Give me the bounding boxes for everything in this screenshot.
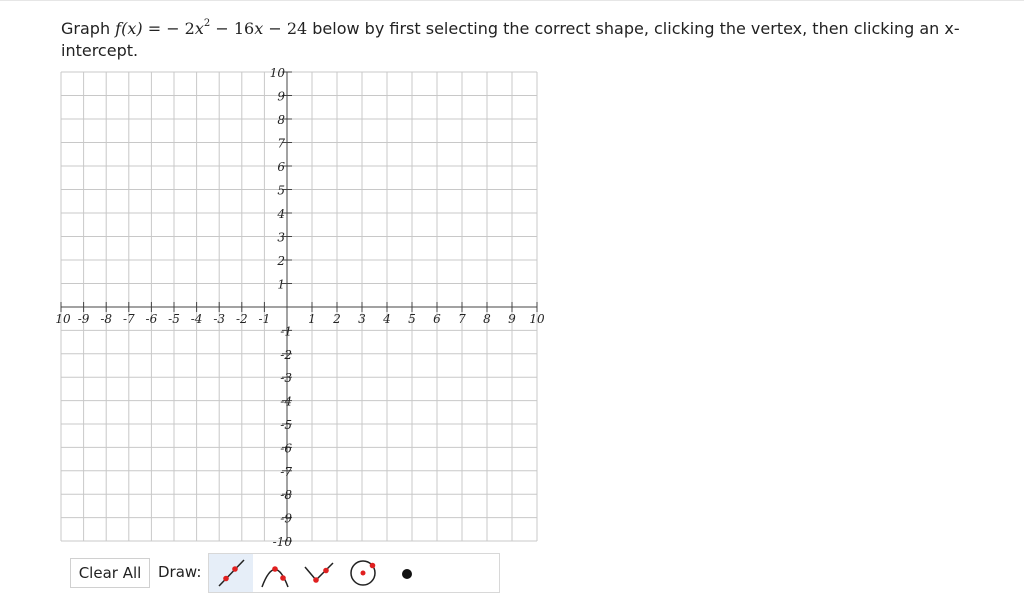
x-tick-label: 10 xyxy=(55,312,71,326)
parabola-tool-button[interactable] xyxy=(253,554,297,592)
y-tick-label: -6 xyxy=(280,441,292,455)
graph-canvas[interactable]: 10 -9 -8 -7 -6 -5 -4 -3 -2 -1 1 2 3 4 5 6 7 8 9 10 10 9 8 7 6 5 4 3… xyxy=(0,0,1024,613)
y-tick-label: 3 xyxy=(277,231,285,245)
y-tick-label: -2 xyxy=(280,348,292,362)
y-tick-label: -1 xyxy=(280,324,292,338)
x-tick-label: 8 xyxy=(483,312,491,326)
y-tick-label: 10 xyxy=(270,66,286,80)
x-tick-label: -6 xyxy=(146,312,158,326)
point-tool-icon xyxy=(402,569,412,579)
x-tick-label: -4 xyxy=(191,312,203,326)
y-tick-label: -3 xyxy=(280,371,292,385)
x-tick-label: 2 xyxy=(332,312,341,326)
tool-palette xyxy=(208,553,500,593)
y-tick-label: -7 xyxy=(280,465,292,479)
parabola-down-icon xyxy=(261,566,289,588)
x-tick-label: -8 xyxy=(100,312,112,326)
clear-all-button[interactable]: Clear All xyxy=(70,558,150,588)
x-tick-label: -3 xyxy=(213,312,225,326)
draw-label: Draw: xyxy=(158,563,202,581)
point-tool-button[interactable] xyxy=(385,554,429,592)
x-tick-label: 5 xyxy=(408,312,416,326)
x-tick-label: 4 xyxy=(382,312,391,326)
x-tick-label: -7 xyxy=(123,312,135,326)
x-tick-label: -2 xyxy=(236,312,248,326)
y-tick-label: 6 xyxy=(277,160,285,174)
x-tick-label: -5 xyxy=(168,312,180,326)
x-tick-label: 9 xyxy=(508,312,516,326)
y-tick-label: 1 xyxy=(277,278,285,292)
y-tick-label: -10 xyxy=(273,535,293,549)
y-tick-label: -8 xyxy=(280,488,292,502)
y-tick-label: 8 xyxy=(277,113,285,127)
x-tick-label: 1 xyxy=(308,312,316,326)
x-tick-label: 10 xyxy=(529,312,545,326)
x-tick-label: -1 xyxy=(259,312,271,326)
line-tool-button[interactable] xyxy=(209,554,253,592)
circle-tool-button[interactable] xyxy=(341,554,385,592)
y-tick-label: 2 xyxy=(276,254,285,268)
absolute-value-tool-button[interactable] xyxy=(297,554,341,592)
y-tick-label: -5 xyxy=(280,418,292,432)
y-tick-label: 4 xyxy=(276,207,285,221)
y-tick-label: -4 xyxy=(280,395,292,409)
x-tick-label: 3 xyxy=(358,312,366,326)
x-tick-label: -9 xyxy=(78,312,90,326)
y-tick-label: 7 xyxy=(277,137,285,151)
circle-tool-icon xyxy=(350,560,376,586)
y-tick-label: 5 xyxy=(277,184,285,198)
y-tick-label: -9 xyxy=(280,512,292,526)
x-tick-label: 6 xyxy=(433,312,441,326)
x-tick-label: 7 xyxy=(458,312,466,326)
absolute-value-icon xyxy=(304,562,334,583)
line-tool-icon xyxy=(218,559,245,587)
y-tick-label: 9 xyxy=(277,90,285,104)
